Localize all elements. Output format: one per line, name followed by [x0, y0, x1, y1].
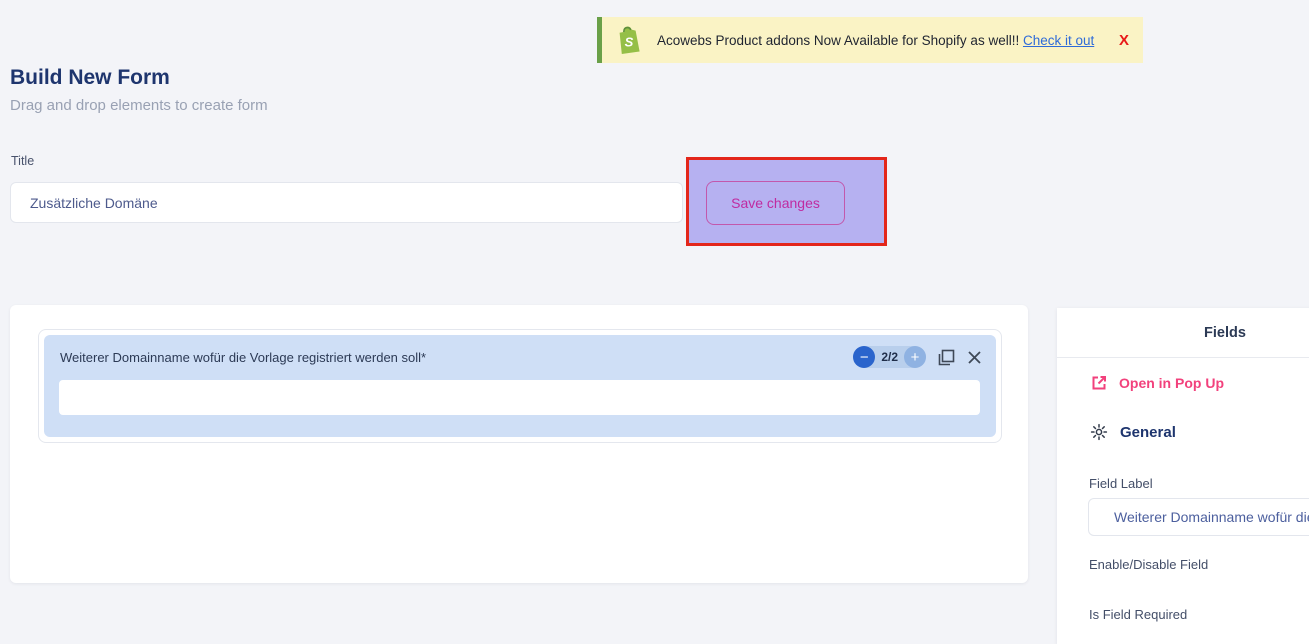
banner-close-icon[interactable]: X — [1119, 32, 1129, 49]
fields-sidebar: Fields Open in Pop Up General Field Labe… — [1057, 308, 1309, 644]
column-count: 2/2 — [875, 350, 904, 364]
page-title: Build New Form — [10, 66, 170, 90]
duplicate-field-button[interactable] — [938, 349, 955, 366]
save-changes-highlight: Save changes — [686, 157, 887, 246]
field-label-setting-input[interactable] — [1088, 498, 1309, 536]
gear-icon — [1090, 423, 1108, 441]
is-field-required-label: Is Field Required — [1089, 607, 1187, 622]
general-label: General — [1120, 424, 1176, 441]
column-counter: − 2/2 + — [853, 346, 926, 368]
duplicate-icon — [938, 349, 955, 366]
open-in-popup-button[interactable]: Open in Pop Up — [1090, 374, 1224, 392]
increase-columns-button[interactable]: + — [904, 346, 926, 368]
open-in-popup-label: Open in Pop Up — [1119, 375, 1224, 391]
banner-check-it-out-link[interactable]: Check it out — [1023, 33, 1094, 48]
banner-message: Acowebs Product addons Now Available for… — [657, 33, 1094, 48]
decrease-columns-button[interactable]: − — [853, 346, 875, 368]
form-title-input[interactable] — [10, 182, 683, 223]
banner-text: Acowebs Product addons Now Available for… — [657, 33, 1019, 48]
page-subtitle: Drag and drop elements to create form — [10, 97, 268, 114]
field-wrapper[interactable]: Weiterer Domainname wofür die Vorlage re… — [38, 329, 1002, 443]
field-label-setting-label: Field Label — [1089, 476, 1153, 491]
field-card: Weiterer Domainname wofür die Vorlage re… — [44, 335, 996, 437]
close-icon — [967, 350, 982, 365]
remove-field-button[interactable] — [967, 350, 982, 365]
form-title-label: Title — [11, 154, 34, 168]
general-section-header[interactable]: General — [1090, 423, 1176, 441]
external-link-icon — [1090, 374, 1108, 392]
field-label-text: Weiterer Domainname wofür die Vorlage re… — [60, 350, 426, 365]
shopify-icon: S — [616, 25, 643, 55]
field-preview-input[interactable] — [59, 380, 980, 415]
sidebar-header: Fields — [1057, 308, 1309, 358]
svg-text:S: S — [625, 35, 634, 50]
save-changes-button[interactable]: Save changes — [706, 181, 845, 225]
promo-banner: S Acowebs Product addons Now Available f… — [597, 17, 1143, 63]
enable-disable-label: Enable/Disable Field — [1089, 557, 1208, 572]
form-canvas: Weiterer Domainname wofür die Vorlage re… — [10, 305, 1028, 583]
